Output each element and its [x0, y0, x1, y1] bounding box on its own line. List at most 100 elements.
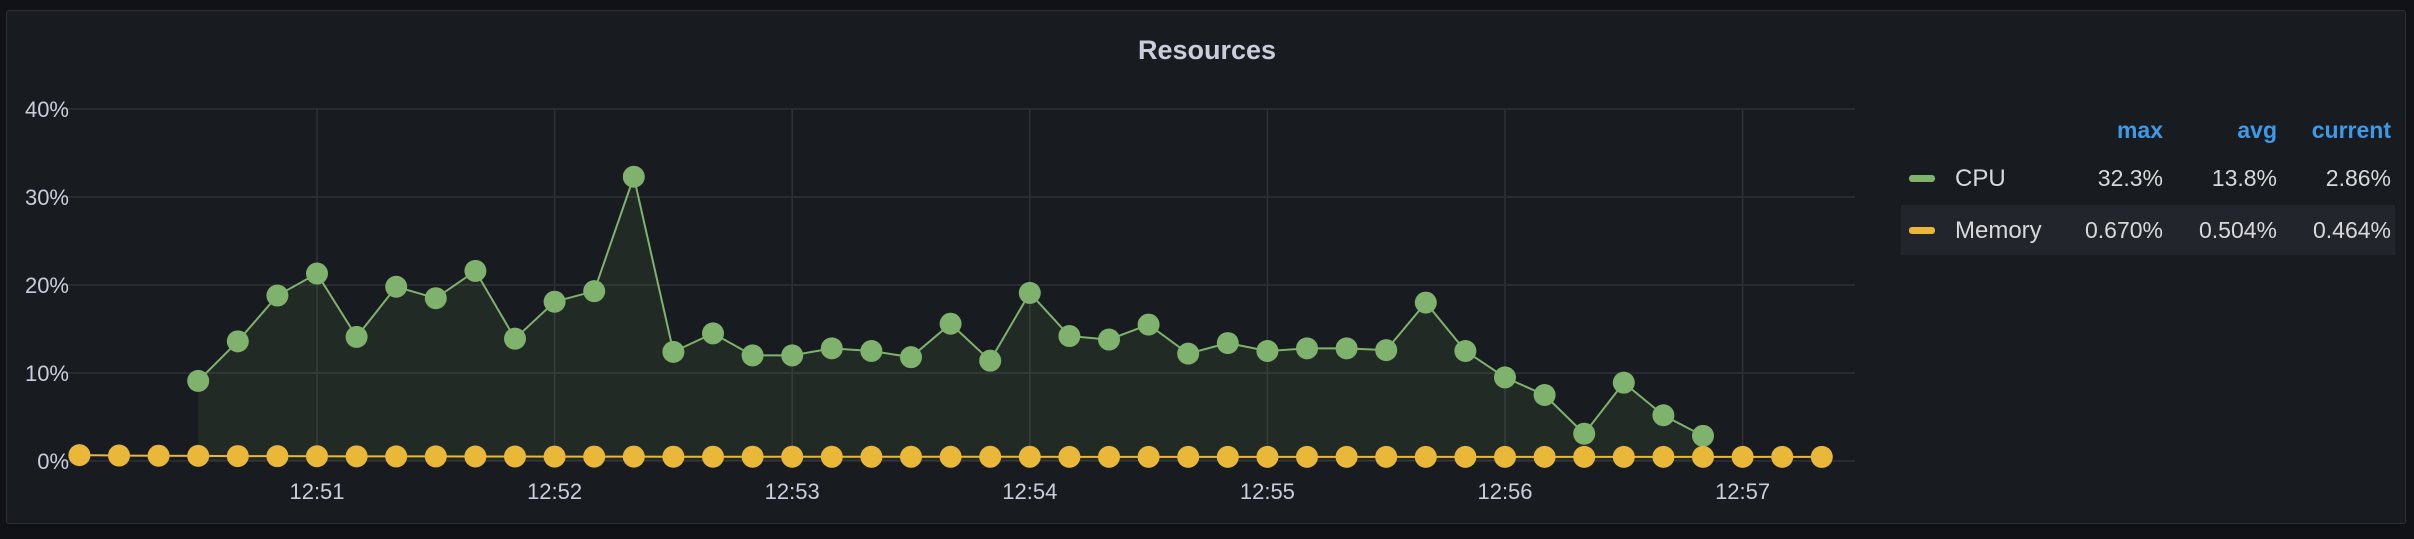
- data-point: [820, 337, 843, 360]
- data-point: [1533, 445, 1556, 468]
- data-point: [662, 445, 685, 468]
- data-point: [424, 287, 447, 310]
- data-point: [108, 444, 130, 467]
- data-point: [464, 445, 487, 468]
- data-point: [1692, 445, 1714, 468]
- data-point: [266, 445, 289, 468]
- data-point: [266, 284, 289, 307]
- data-point: [543, 445, 566, 468]
- data-point: [820, 445, 843, 468]
- data-point: [543, 290, 566, 313]
- data-point: [741, 344, 764, 367]
- data-point: [979, 349, 1002, 372]
- data-point: [1375, 445, 1398, 468]
- x-tick-label: 12:57: [1715, 479, 1770, 504]
- legend-row-cpu[interactable]: CPU 32.3% 13.8% 2.86%: [1901, 153, 2395, 203]
- data-point: [702, 322, 724, 345]
- data-point: [1296, 337, 1318, 360]
- data-point: [1771, 445, 1794, 468]
- data-point: [385, 445, 408, 468]
- data-point: [306, 262, 328, 285]
- x-tick-label: 12:55: [1240, 479, 1295, 504]
- data-point: [1810, 445, 1833, 468]
- data-point: [583, 280, 606, 303]
- data-point: [1018, 445, 1041, 468]
- data-point: [1573, 445, 1596, 468]
- data-point: [781, 445, 804, 468]
- data-point: [622, 165, 645, 188]
- data-point: [939, 312, 962, 335]
- data-point: [1652, 404, 1675, 427]
- data-point: [702, 445, 724, 468]
- data-point: [860, 445, 883, 468]
- resources-panel: Resources 0% 10% 20% 30% 40% 12:51 12:52 12:53 1…: [6, 10, 2406, 524]
- data-point: [1414, 291, 1437, 314]
- data-point: [1098, 328, 1120, 351]
- data-point: [1454, 445, 1477, 468]
- y-tick-label: 40%: [25, 97, 69, 122]
- data-point: [1335, 445, 1358, 468]
- legend-header-current[interactable]: current: [1901, 117, 2391, 144]
- y-tick-label: 20%: [25, 273, 69, 298]
- legend-value-current: 0.464%: [2312, 217, 2391, 243]
- data-point: [1494, 445, 1516, 468]
- x-tick-label: 12:56: [1477, 479, 1532, 504]
- data-point: [1177, 342, 1200, 365]
- data-point: [1533, 384, 1556, 406]
- data-point: [1137, 445, 1160, 468]
- data-point: [1573, 422, 1596, 445]
- resources-chart[interactable]: 0% 10% 20% 30% 40% 12:51 12:52 12:53 12:54 12:55 1…: [7, 11, 1887, 525]
- data-point: [464, 259, 487, 282]
- data-point: [226, 330, 249, 353]
- legend-value-current: 2.86%: [2325, 165, 2391, 191]
- x-tick-label: 12:51: [289, 479, 344, 504]
- data-point: [1058, 445, 1081, 468]
- x-tick-label: 12:54: [1002, 479, 1057, 504]
- data-point: [1216, 332, 1239, 355]
- data-point: [741, 445, 764, 468]
- data-point: [226, 445, 249, 468]
- y-tick-label: 0%: [37, 449, 69, 474]
- data-point: [860, 340, 883, 362]
- data-point: [622, 445, 645, 468]
- data-point: [1296, 445, 1318, 468]
- data-point: [1177, 445, 1200, 468]
- data-point: [900, 445, 922, 468]
- data-point: [900, 346, 922, 369]
- data-point: [662, 340, 685, 363]
- data-point: [1652, 445, 1675, 468]
- data-point: [147, 444, 170, 467]
- data-point: [1494, 366, 1516, 389]
- legend-table: max avg current CPU 32.3% 13.8% 2.86% Me…: [1901, 109, 2395, 257]
- data-point: [781, 344, 804, 367]
- data-point: [187, 444, 210, 467]
- data-point: [424, 445, 447, 468]
- data-point: [979, 445, 1002, 468]
- data-point: [68, 444, 91, 467]
- data-point: [385, 275, 408, 298]
- data-point: [1216, 445, 1239, 468]
- data-point: [1414, 445, 1437, 468]
- y-tick-label: 10%: [25, 361, 69, 386]
- x-tick-label: 12:52: [527, 479, 582, 504]
- legend-row-memory[interactable]: Memory 0.670% 0.504% 0.464%: [1901, 205, 2395, 255]
- y-tick-label: 30%: [25, 185, 69, 210]
- data-point: [1335, 337, 1358, 360]
- data-point: [1731, 445, 1754, 468]
- data-point: [939, 445, 962, 468]
- data-point: [345, 445, 368, 468]
- data-point: [1098, 445, 1120, 468]
- data-point: [345, 325, 368, 348]
- data-point: [504, 445, 526, 468]
- data-point: [1256, 340, 1279, 362]
- data-point: [583, 445, 606, 468]
- data-point: [306, 445, 328, 468]
- data-point: [504, 327, 526, 350]
- data-point: [1454, 340, 1477, 362]
- data-point: [1612, 371, 1635, 394]
- data-point: [1612, 445, 1635, 468]
- data-point: [187, 369, 210, 392]
- data-point: [1058, 325, 1081, 348]
- data-point: [1256, 445, 1279, 468]
- data-point: [1375, 339, 1398, 362]
